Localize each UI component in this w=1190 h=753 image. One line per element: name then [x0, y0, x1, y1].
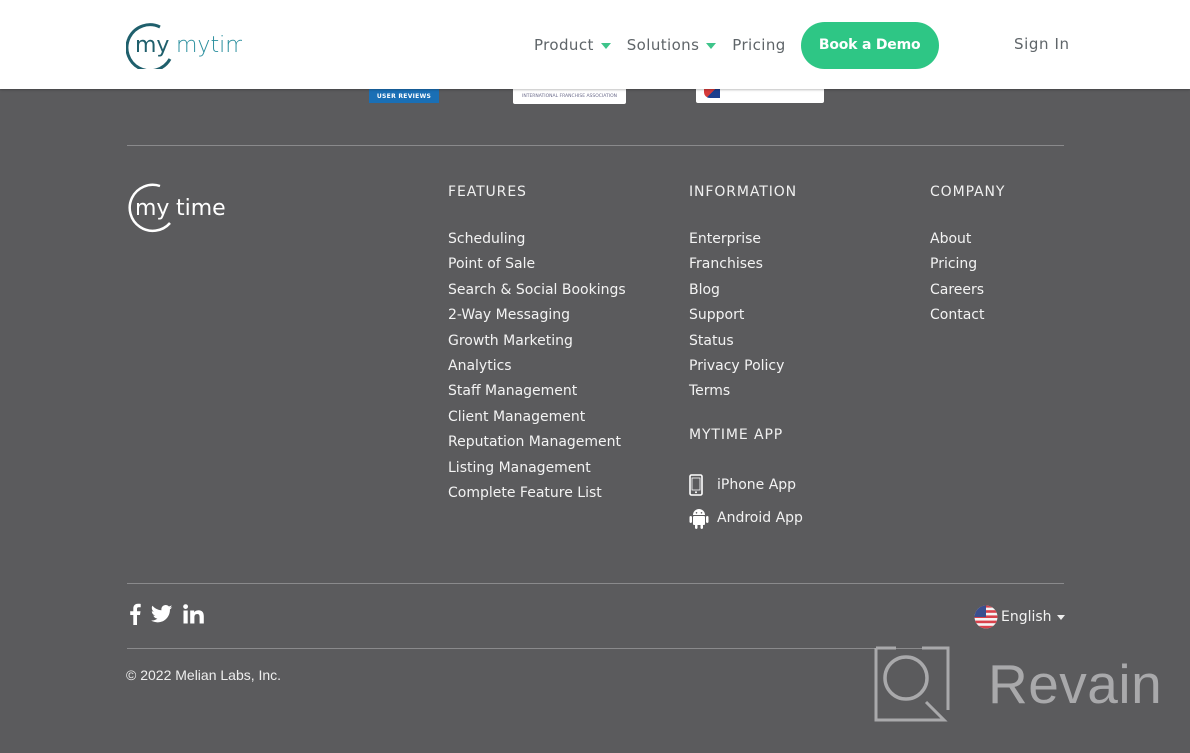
information-title: INFORMATION	[689, 184, 798, 200]
information-link[interactable]: Status	[689, 331, 803, 356]
company-column: COMPANY About Pricing Careers Contact	[930, 183, 1005, 331]
features-link[interactable]: Scheduling	[448, 229, 626, 254]
android-icon	[689, 507, 717, 530]
main-nav: Product Solutions Pricing Book a Demo	[534, 21, 939, 69]
nav-solutions[interactable]: Solutions	[627, 36, 717, 54]
footer-logo[interactable]: my time	[126, 183, 242, 237]
features-link[interactable]: Complete Feature List	[448, 483, 626, 508]
information-link[interactable]: Enterprise	[689, 229, 803, 254]
features-column: FEATURES Scheduling Point of Sale Search…	[448, 183, 626, 508]
features-list: Scheduling Point of Sale Search & Social…	[448, 229, 626, 508]
sign-in-link[interactable]: Sign In	[1014, 35, 1070, 53]
information-link[interactable]: Franchises	[689, 254, 803, 279]
divider	[127, 145, 1064, 146]
facebook-icon[interactable]	[129, 603, 141, 625]
app-title: MYTIME APP	[689, 426, 784, 443]
logo-time: time	[176, 196, 226, 221]
divider	[127, 583, 1064, 584]
company-link[interactable]: Contact	[930, 305, 1005, 330]
ifa-badge[interactable]: INTERNATIONAL FRANCHISE ASSOCIATION	[513, 89, 626, 104]
features-link[interactable]: Reputation Management	[448, 432, 626, 457]
divider	[127, 648, 939, 649]
mytime-logo-icon: my mytime	[126, 23, 242, 69]
information-link[interactable]: Support	[689, 305, 803, 330]
features-link[interactable]: Growth Marketing	[448, 331, 626, 356]
android-app-label: Android App	[717, 510, 803, 527]
chevron-down-icon	[706, 42, 717, 49]
revain-logo-icon	[874, 646, 950, 722]
information-link[interactable]: Privacy Policy	[689, 356, 803, 381]
revain-watermark: Revain	[874, 646, 1162, 722]
chevron-down-icon	[600, 42, 611, 49]
nav-pricing[interactable]: Pricing	[732, 36, 785, 54]
features-link[interactable]: Analytics	[448, 356, 626, 381]
social-links	[129, 603, 215, 625]
mytime-logo[interactable]: my mytime	[126, 19, 242, 69]
twitter-icon[interactable]	[151, 605, 173, 623]
nav-solutions-label: Solutions	[626, 36, 700, 54]
information-list: Enterprise Franchises Blog Support Statu…	[689, 229, 803, 407]
site-header: my mytime Product Solutions Pricing Book…	[0, 0, 1190, 89]
company-list: About Pricing Careers Contact	[930, 229, 1005, 331]
iphone-icon	[689, 474, 717, 497]
features-link[interactable]: 2-Way Messaging	[448, 305, 626, 330]
revain-text: Revain	[988, 653, 1163, 715]
flag-icon	[704, 89, 720, 98]
features-link[interactable]: Staff Management	[448, 381, 626, 406]
company-link[interactable]: About	[930, 229, 1005, 254]
logo-my: my	[135, 33, 169, 58]
nav-product[interactable]: Product	[534, 36, 611, 54]
franchise-badge[interactable]	[696, 89, 824, 103]
company-link[interactable]: Pricing	[930, 254, 1005, 279]
language-selector[interactable]: English	[974, 605, 1065, 629]
features-link[interactable]: Listing Management	[448, 458, 626, 483]
logo-time: mytime	[176, 33, 242, 58]
company-link[interactable]: Careers	[930, 280, 1005, 305]
book-demo-button[interactable]: Book a Demo	[800, 21, 939, 69]
iphone-app-link[interactable]: iPhone App	[689, 469, 803, 502]
logo-my: my	[135, 196, 169, 221]
us-flag-icon	[974, 605, 998, 629]
chevron-down-icon	[1056, 614, 1065, 620]
g2-badge[interactable]: USER REVIEWS	[369, 89, 439, 103]
linkedin-icon[interactable]	[183, 604, 205, 624]
features-link[interactable]: Search & Social Bookings	[448, 280, 626, 305]
mytime-logo-icon: my time	[128, 183, 226, 233]
nav-product-label: Product	[534, 36, 594, 54]
information-column: INFORMATION Enterprise Franchises Blog S…	[689, 183, 803, 535]
features-link[interactable]: Point of Sale	[448, 254, 626, 279]
android-app-link[interactable]: Android App	[689, 502, 803, 535]
features-title: FEATURES	[448, 184, 527, 200]
copyright-text: © 2022 Melian Labs, Inc.	[126, 667, 282, 683]
company-title: COMPANY	[930, 184, 1006, 200]
nav-pricing-label: Pricing	[732, 36, 786, 54]
information-link[interactable]: Terms	[689, 381, 803, 406]
iphone-app-label: iPhone App	[717, 477, 797, 494]
language-label: English	[1001, 609, 1052, 625]
information-link[interactable]: Blog	[689, 280, 803, 305]
features-link[interactable]: Client Management	[448, 407, 626, 432]
app-list: iPhone App Android App	[689, 469, 803, 535]
